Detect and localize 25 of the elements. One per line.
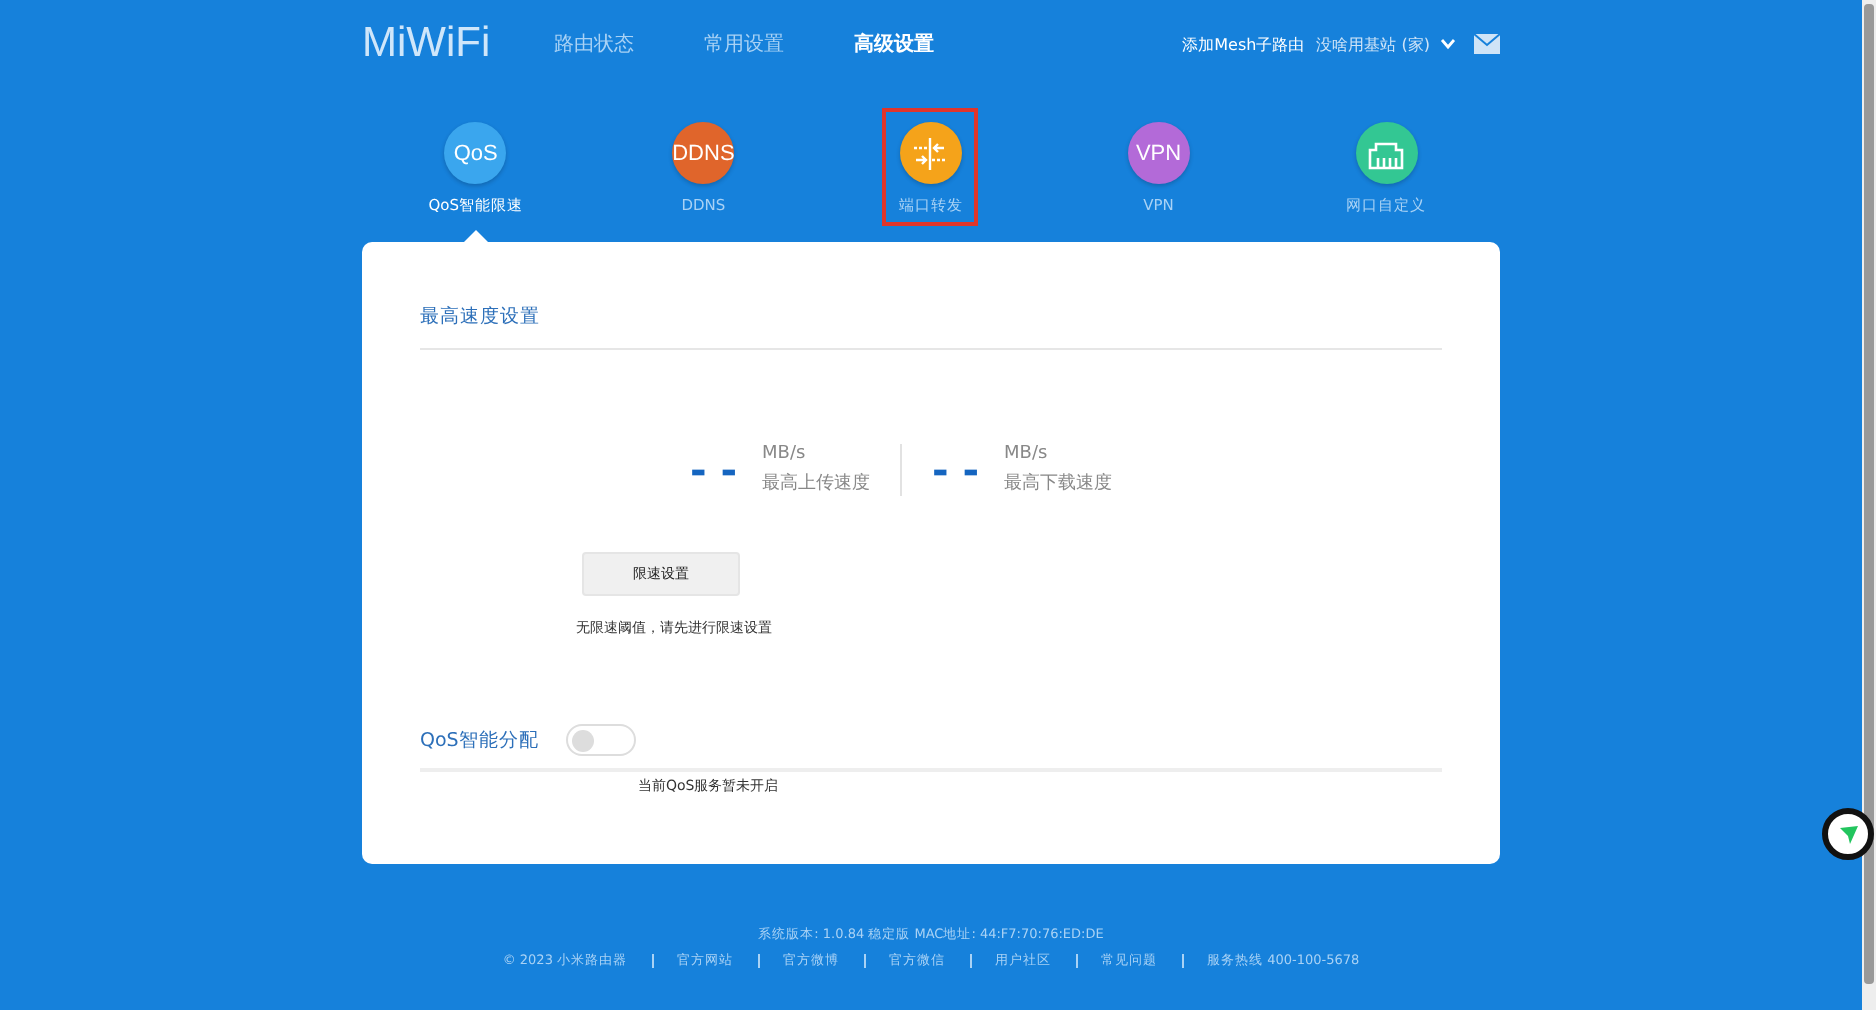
feature-icon-text: VPN — [1135, 141, 1182, 165]
scrollbar[interactable] — [1862, 0, 1876, 1010]
speed-value: - - — [932, 446, 982, 494]
nav-tab[interactable]: 高级设置 — [854, 30, 935, 58]
section-title: QoS智能分配 — [420, 727, 541, 753]
section-title: 最高速度设置 — [420, 304, 1442, 350]
router-name-dropdown[interactable]: 没啥用基站 (家) — [1316, 33, 1430, 55]
speed-label: 最高下载速度 — [1004, 471, 1112, 496]
add-mesh-link[interactable]: 添加Mesh子路由 — [1182, 33, 1305, 55]
feature-icon-text: QoS — [453, 141, 498, 165]
mail-icon[interactable] — [1474, 34, 1500, 54]
nav-tab[interactable]: 路由状态 — [554, 30, 635, 58]
feature-icon-text: DDNS — [672, 141, 735, 165]
chevron-down-icon[interactable] — [1440, 38, 1456, 50]
speed-value: - - — [690, 446, 740, 494]
speed-label: 最高上传速度 — [762, 471, 870, 496]
ethernet-port-icon — [1368, 137, 1405, 169]
floating-widget[interactable] — [1822, 808, 1874, 860]
paper-plane-icon — [1839, 825, 1857, 843]
qos-toggle[interactable] — [566, 724, 636, 756]
speed-unit: MB/s — [1004, 444, 1050, 464]
speed-unit: MB/s — [762, 444, 808, 464]
logo: MiWiFi — [362, 20, 491, 68]
port-forward-icon — [912, 137, 949, 169]
nav-tab[interactable]: 常用设置 — [704, 30, 785, 58]
